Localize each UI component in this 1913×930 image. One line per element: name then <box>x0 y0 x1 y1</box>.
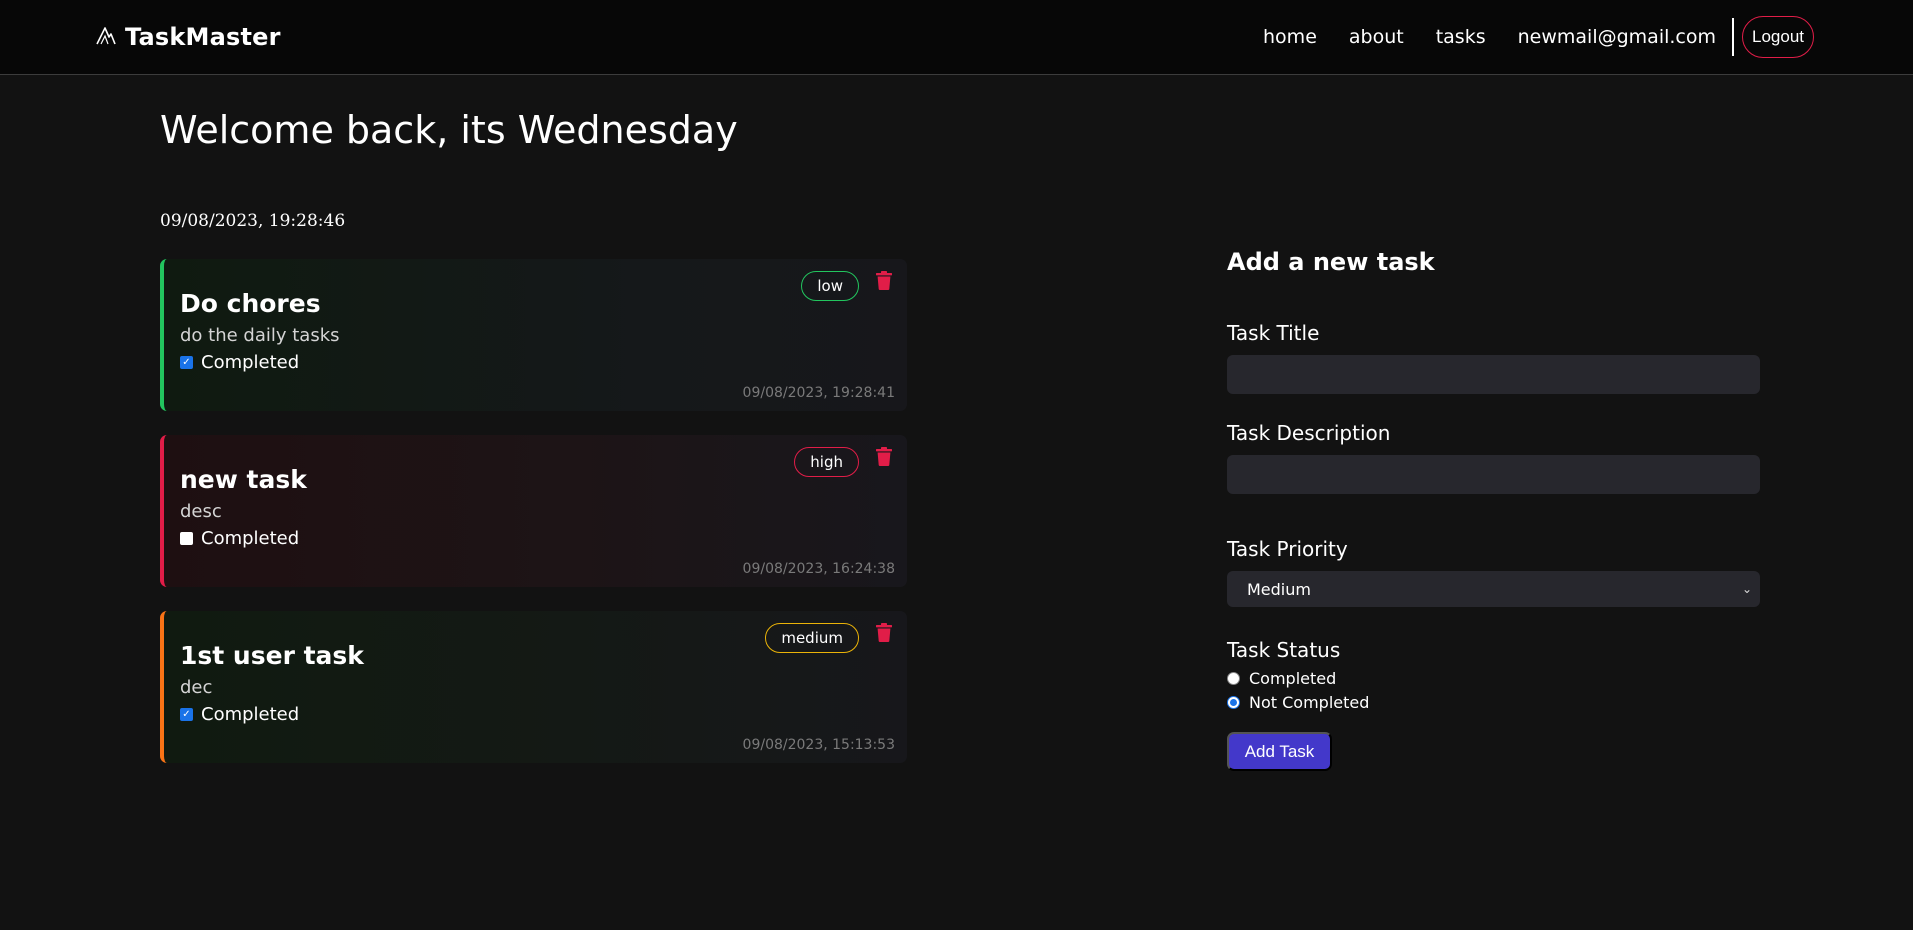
priority-badge: medium <box>765 623 859 653</box>
task-timestamp: 09/08/2023, 16:24:38 <box>742 561 895 577</box>
form-heading: Add a new task <box>1227 248 1435 276</box>
logout-button[interactable]: Logout <box>1742 16 1814 58</box>
user-email: newmail@gmail.com <box>1517 26 1716 48</box>
nav-link-about[interactable]: about <box>1349 26 1404 48</box>
navbar: TaskMaster home about tasks newmail@gmai… <box>0 0 1913 75</box>
task-completed-row[interactable]: ✓ Completed <box>180 352 299 373</box>
completed-label: Completed <box>201 704 300 725</box>
task-title: new task <box>180 465 307 494</box>
task-description: do the daily tasks <box>180 325 340 346</box>
task-completed-row[interactable]: ✓ Completed <box>180 704 299 725</box>
task-card: Do chores do the daily tasks ✓ Completed… <box>160 259 907 411</box>
task-title-label: Task Title <box>1227 321 1320 345</box>
nav-link-home[interactable]: home <box>1263 26 1317 48</box>
welcome-heading: Welcome back, its Wednesday <box>160 108 738 152</box>
task-timestamp: 09/08/2023, 19:28:41 <box>742 385 895 401</box>
task-status-label: Task Status <box>1227 638 1341 662</box>
completed-checkbox[interactable] <box>180 532 193 545</box>
priority-selected-value: Medium <box>1247 579 1311 599</box>
brand[interactable]: TaskMaster <box>95 22 281 52</box>
current-datetime: 09/08/2023, 19:28:46 <box>160 211 346 231</box>
priority-badge: low <box>801 271 859 301</box>
logo-icon <box>95 24 117 50</box>
priority-badge: high <box>794 447 859 477</box>
status-option-label: Not Completed <box>1249 693 1370 712</box>
task-description-label: Task Description <box>1227 421 1391 445</box>
completed-label: Completed <box>201 352 300 373</box>
nav-links: home about tasks newmail@gmail.com Logou… <box>1263 16 1814 58</box>
add-task-button[interactable]: Add Task <box>1227 732 1332 771</box>
task-description-input[interactable] <box>1227 455 1760 494</box>
status-radio-completed[interactable] <box>1227 672 1240 685</box>
status-option-not-completed[interactable]: Not Completed <box>1227 693 1369 712</box>
task-card: new task desc Completed 09/08/2023, 16:2… <box>160 435 907 587</box>
task-description: desc <box>180 501 222 522</box>
brand-name: TaskMaster <box>125 23 281 51</box>
task-title: Do chores <box>180 289 321 318</box>
priority-select[interactable]: Medium ⌄ <box>1227 571 1760 607</box>
task-card: 1st user task dec ✓ Completed 09/08/2023… <box>160 611 907 763</box>
task-priority-label: Task Priority <box>1227 537 1348 561</box>
trash-icon[interactable] <box>876 447 894 467</box>
task-description: dec <box>180 677 213 698</box>
nav-divider <box>1732 18 1734 56</box>
task-completed-row[interactable]: Completed <box>180 528 299 549</box>
status-option-label: Completed <box>1249 669 1337 688</box>
status-radio-not-completed[interactable] <box>1227 696 1240 709</box>
status-option-completed[interactable]: Completed <box>1227 669 1336 688</box>
task-title: 1st user task <box>180 641 364 670</box>
chevron-down-icon: ⌄ <box>1741 582 1752 596</box>
completed-checkbox[interactable]: ✓ <box>180 356 193 369</box>
completed-label: Completed <box>201 528 300 549</box>
task-title-input[interactable] <box>1227 355 1760 394</box>
nav-link-tasks[interactable]: tasks <box>1436 26 1486 48</box>
trash-icon[interactable] <box>876 271 894 291</box>
trash-icon[interactable] <box>876 623 894 643</box>
completed-checkbox[interactable]: ✓ <box>180 708 193 721</box>
task-timestamp: 09/08/2023, 15:13:53 <box>742 737 895 753</box>
